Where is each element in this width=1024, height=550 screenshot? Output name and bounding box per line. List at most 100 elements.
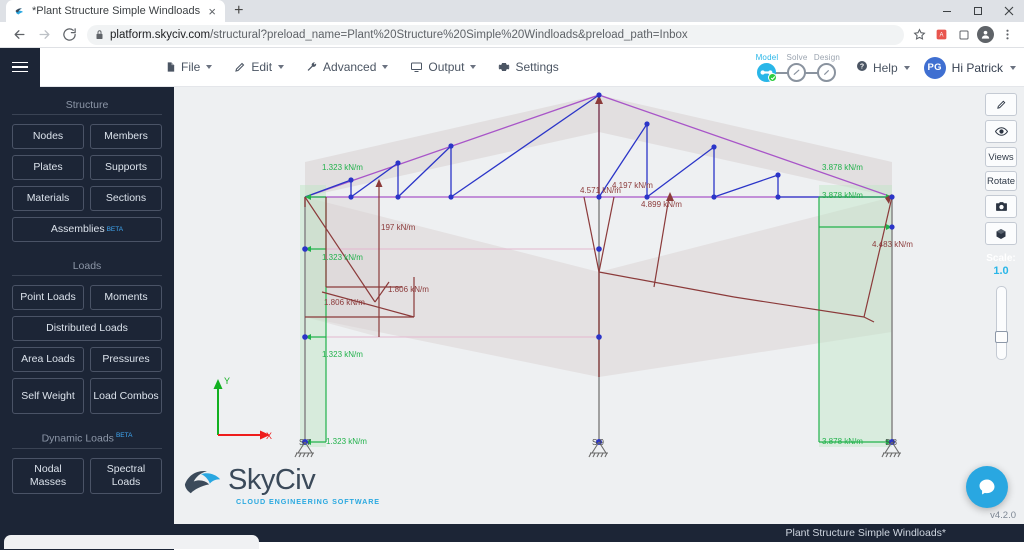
menu-output[interactable]: Output [410,60,477,74]
logo-text: SkyCiv [228,463,316,496]
model-viewport[interactable]: Y X 1.323 kN/m 1.323 kN/m 1.323 kN/m 1.323 … [174,87,1024,524]
solve-icon[interactable] [787,63,807,82]
design-icon[interactable] [817,63,837,82]
reload-button[interactable] [58,24,80,46]
url-path: /structural?preload_name=Plant%20Structu… [210,28,688,41]
menu-settings-label: Settings [515,60,559,74]
camera-icon[interactable] [985,195,1017,218]
chevron-down-icon [206,65,213,69]
sidebar-group-structure: Nodes Members Plates Supports Materials … [12,124,162,242]
star-icon[interactable] [911,26,928,43]
views-button[interactable]: Views [985,147,1017,167]
scale-slider-thumb[interactable] [994,331,1008,344]
wrench-icon [306,61,318,73]
tab-close-icon[interactable]: × [205,5,219,18]
sidebar-item-sections[interactable]: Sections [90,186,162,211]
omnibox-actions: A [911,26,1016,43]
skyciv-mark-icon [184,470,221,494]
sidebar-item-nodal-masses[interactable]: Nodal Masses [12,457,84,494]
beta-badge: BETA [106,225,124,233]
header-right: Model Solve Design ? Help PG Hi Patrick [752,48,1016,87]
sidebar-item-distributed-loads[interactable]: Distributed Loads [12,316,162,341]
file-icon [165,61,176,73]
status-filename: Plant Structure Simple Windloads* [785,527,947,539]
sidebar-item-moments[interactable]: Moments [90,285,162,310]
forward-button[interactable] [33,24,55,46]
window-minimize-button[interactable] [931,0,962,22]
step-solve[interactable]: Solve [782,53,827,82]
load-label: 3.878 kN/m [822,437,863,446]
tab-title: *Plant Structure Simple Windloads [32,5,201,17]
model-icon[interactable] [757,63,778,82]
edit-pencil-icon[interactable] [985,93,1017,116]
kebab-menu-icon[interactable] [999,26,1016,43]
browser-tab[interactable]: *Plant Structure Simple Windloads × [6,0,226,22]
sidebar-item-materials[interactable]: Materials [12,186,84,211]
user-menu[interactable]: PG Hi Patrick [923,56,1016,79]
window-maximize-button[interactable] [962,0,993,22]
sidebar-item-assemblies[interactable]: Assemblies BETA [12,217,162,242]
menu-advanced[interactable]: Advanced [306,60,389,74]
beta-badge: BETA [115,432,133,439]
url-domain: platform.skyciv.com [110,28,211,41]
svg-text:X: X [266,431,272,441]
browser-window: *Plant Structure Simple Windloads × + pl… [0,0,1024,550]
sidebar-item-pressures[interactable]: Pressures [90,347,162,372]
sidebar-item-load-combos[interactable]: Load Combos [90,378,162,414]
sidebar-item-plates[interactable]: Plates [12,155,84,180]
rotate-button[interactable]: Rotate [985,171,1017,191]
sidebar-section-structure-title: Structure [65,99,109,111]
load-label: 4.899 kN/m [641,200,682,209]
step-model[interactable]: Model [752,53,797,82]
sidebar-section-dynamic-loads-title: Dynamic Loads BETA [12,428,162,448]
extension-icon[interactable]: A [933,26,950,43]
download-shelf-chip[interactable] [4,535,259,549]
chevron-down-icon [1010,65,1016,70]
chevron-down-icon [470,65,477,69]
logo-tagline: CLOUD ENGINEERING SOFTWARE [236,497,380,506]
load-label: 1.323 kN/m [322,163,363,172]
sidebar-item-spectral-loads[interactable]: Spectral Loads [90,457,162,494]
divider [12,275,162,276]
load-label: 3.878 kN/m [822,163,863,172]
sidebar-item-area-loads[interactable]: Area Loads [12,347,84,372]
viewport-toolbar: Views Rotate Scale: 1.0 [984,93,1018,361]
back-button[interactable] [8,24,30,46]
sidebar-item-members[interactable]: Members [90,124,162,149]
skyciv-logo: SkyCiv CLOUD ENGINEERING SOFTWARE [182,465,380,506]
new-tab-button[interactable]: + [225,3,252,22]
scale-slider[interactable] [994,286,1008,361]
divider [12,447,162,449]
chevron-down-icon [903,65,910,70]
menu-edit[interactable]: Edit [234,60,285,74]
load-label: 1.323 kN/m [322,253,363,262]
menu-settings[interactable]: Settings [498,60,559,74]
monitor-icon [410,61,423,73]
structure-render[interactable]: Y X [174,87,1024,524]
help-menu[interactable]: ? Help [856,60,910,75]
step-design[interactable]: Design [812,53,842,82]
eye-icon[interactable] [985,120,1017,143]
sidebar-item-self-weight[interactable]: Self Weight [12,378,84,414]
sidebar-item-nodes[interactable]: Nodes [12,124,84,149]
sidebar-item-point-loads[interactable]: Point Loads [12,285,84,310]
address-bar[interactable]: platform.skyciv.com/structural?preload_n… [87,24,904,45]
chrome-profile-icon[interactable] [977,26,994,43]
window-restore-icon[interactable] [955,26,972,43]
sidebar-item-supports[interactable]: Supports [90,155,162,180]
sidebar-section-loads-title: Loads [72,260,102,272]
window-close-button[interactable] [993,0,1024,22]
support-label: S 8 [885,438,898,447]
user-label: Hi Patrick [951,60,1003,75]
chevron-down-icon [278,65,285,69]
chat-icon[interactable] [966,466,1008,508]
cube-icon[interactable] [985,222,1017,245]
browser-toolbar: platform.skyciv.com/structural?preload_n… [0,22,1024,48]
divider [12,114,162,115]
menu-edit-label: Edit [251,60,273,74]
hamburger-icon[interactable] [0,47,40,87]
menu-advanced-label: Advanced [323,60,377,74]
menu-file[interactable]: File [165,60,213,74]
svg-text:?: ? [860,64,864,71]
sidebar-item-assemblies-label: Assemblies [50,223,105,236]
